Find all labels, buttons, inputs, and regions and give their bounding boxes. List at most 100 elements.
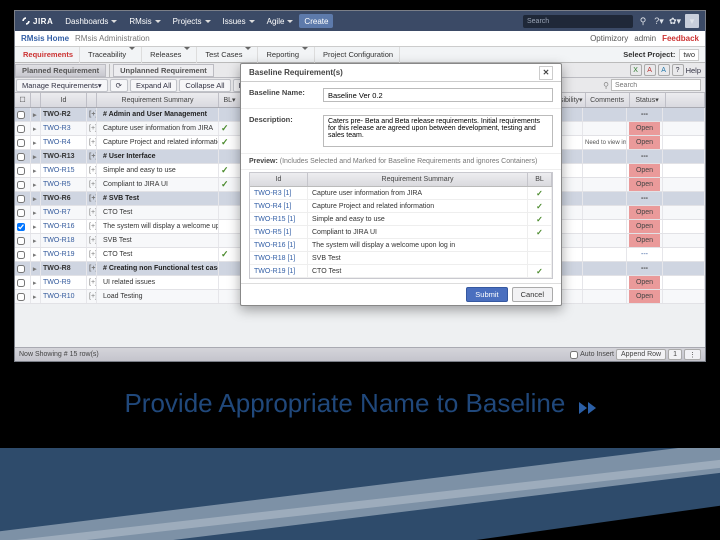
col-comments[interactable]: Comments [586,93,630,107]
help-label[interactable]: Help [686,66,701,75]
preview-row[interactable]: TWO-R15 [1]Simple and easy to use✓ [250,213,552,226]
row-summary[interactable]: Compliant to JIRA UI [97,178,219,191]
append-count[interactable]: 1 [668,349,682,360]
pv-id[interactable]: TWO-R15 [1] [250,213,308,225]
row-checkbox[interactable] [17,237,25,245]
rmsis-home-link[interactable]: RMsis Home [21,34,69,43]
row-id[interactable]: TWO-R8 [41,262,87,275]
row-checkbox[interactable] [17,209,25,217]
row-summary[interactable]: Capture user information from JIRA [97,122,219,135]
row-checkbox[interactable] [17,181,25,189]
row-id[interactable]: TWO-R7 [41,206,87,219]
row-summary[interactable]: UI related issues [97,276,219,289]
col-bl[interactable]: BL ▾ [219,93,241,107]
row-checkbox[interactable] [17,251,25,259]
export-csv-icon[interactable]: A [658,64,670,76]
append-more-button[interactable]: ⋮ [684,349,701,360]
menu-dashboards[interactable]: Dashboards [59,11,123,31]
export-excel-icon[interactable]: X [630,64,642,76]
row-checkbox[interactable] [17,139,25,147]
row-id[interactable]: TWO-R6 [41,192,87,205]
col-status[interactable]: Status ▾ [630,93,666,107]
pv-id[interactable]: TWO-R18 [1] [250,252,308,264]
row-id[interactable]: TWO-R4 [41,136,87,149]
col-id[interactable]: Id [41,93,87,107]
admin-link[interactable]: admin [634,34,656,43]
row-id[interactable]: TWO-R15 [41,164,87,177]
manage-requirements-button[interactable]: Manage Requirements ▾ [16,79,108,92]
menu-agile[interactable]: Agile [261,11,300,31]
row-summary[interactable]: # Creating non Functional test cases [97,262,219,275]
row-id[interactable]: TWO-R13 [41,150,87,163]
row-id[interactable]: TWO-R2 [41,108,87,121]
row-summary[interactable]: The system will display a welcome upon l… [97,220,219,233]
row-id[interactable]: TWO-R5 [41,178,87,191]
row-checkbox[interactable] [17,125,25,133]
row-id[interactable]: TWO-R3 [41,122,87,135]
quick-search-icon[interactable]: ⚲ [637,15,649,27]
create-button[interactable]: Create [299,14,333,28]
settings-icon[interactable]: ✿▾ [669,15,681,27]
jira-logo[interactable]: JIRA [15,16,59,26]
baseline-name-input[interactable] [323,88,553,102]
row-id[interactable]: TWO-R19 [41,248,87,261]
description-textarea[interactable] [323,115,553,147]
pv-id[interactable]: TWO-R5 [1] [250,226,308,238]
row-summary[interactable]: CTO Test [97,248,219,261]
preview-row[interactable]: TWO-R4 [1]Capture Project and related in… [250,200,552,213]
preview-row[interactable]: TWO-R3 [1]Capture user information from … [250,187,552,200]
row-summary[interactable]: Capture Project and related information [97,136,219,149]
menu-rmsis[interactable]: RMsis [123,11,166,31]
planned-requirement-tab[interactable]: Planned Requirement [15,64,106,77]
feedback-link[interactable]: Feedback [662,34,699,43]
preview-row[interactable]: TWO-R19 [1]CTO Test✓ [250,265,552,278]
col-summary[interactable]: Requirement Summary [97,93,219,107]
row-id[interactable]: TWO-R10 [41,290,87,303]
row-summary[interactable]: # Admin and User Management [97,108,219,121]
project-select[interactable]: two [679,49,699,61]
auto-insert-checkbox[interactable] [570,351,578,359]
row-checkbox[interactable] [17,265,25,273]
row-id[interactable]: TWO-R9 [41,276,87,289]
row-checkbox[interactable] [17,153,25,161]
preview-row[interactable]: TWO-R16 [1]The system will display a wel… [250,239,552,252]
pv-id[interactable]: TWO-R19 [1] [250,265,308,277]
optimizory-link[interactable]: Optimizory [590,34,628,43]
unplanned-requirement-tab[interactable]: Unplanned Requirement [113,64,214,77]
pv-id[interactable]: TWO-R3 [1] [250,187,308,199]
submit-button[interactable]: Submit [466,287,507,302]
modal-close-button[interactable]: ✕ [539,66,553,80]
pv-id[interactable]: TWO-R16 [1] [250,239,308,251]
rmsis-admin-link[interactable]: RMsis Administration [75,34,150,43]
row-summary[interactable]: CTO Test [97,206,219,219]
user-avatar-icon[interactable]: ▾ [685,14,699,28]
append-row-button[interactable]: Append Row [616,349,666,360]
help-icon[interactable]: ?▾ [653,15,665,27]
row-checkbox[interactable] [17,279,25,287]
row-checkbox[interactable] [17,167,25,175]
col-checkbox[interactable]: ☐ [15,93,31,107]
cancel-button[interactable]: Cancel [512,287,553,302]
menu-issues[interactable]: Issues [217,11,261,31]
row-id[interactable]: TWO-R16 [41,220,87,233]
preview-row[interactable]: TWO-R5 [1]Compliant to JIRA UI✓ [250,226,552,239]
refresh-button[interactable]: ⟳ [110,79,128,92]
tab-reporting[interactable]: Reporting [260,47,315,63]
row-checkbox[interactable] [17,111,25,119]
preview-row[interactable]: TWO-R18 [1]SVB Test [250,252,552,265]
global-search[interactable]: Search [523,15,633,28]
tab-traceability[interactable]: Traceability [82,47,142,63]
row-checkbox[interactable] [17,293,25,301]
tab-projectconfig[interactable]: Project Configuration [317,47,400,63]
row-checkbox[interactable] [17,195,25,203]
row-summary[interactable]: # User Interface [97,150,219,163]
row-summary[interactable]: # SVB Test [97,192,219,205]
row-summary[interactable]: Load Testing [97,290,219,303]
row-id[interactable]: TWO-R18 [41,234,87,247]
collapse-all-button[interactable]: Collapse All [179,79,230,92]
help-button[interactable]: ? [672,64,684,76]
row-summary[interactable]: Simple and easy to use [97,164,219,177]
tab-testcases[interactable]: Test Cases [199,47,258,63]
row-checkbox[interactable] [17,223,25,231]
expand-all-button[interactable]: Expand All [130,79,177,92]
